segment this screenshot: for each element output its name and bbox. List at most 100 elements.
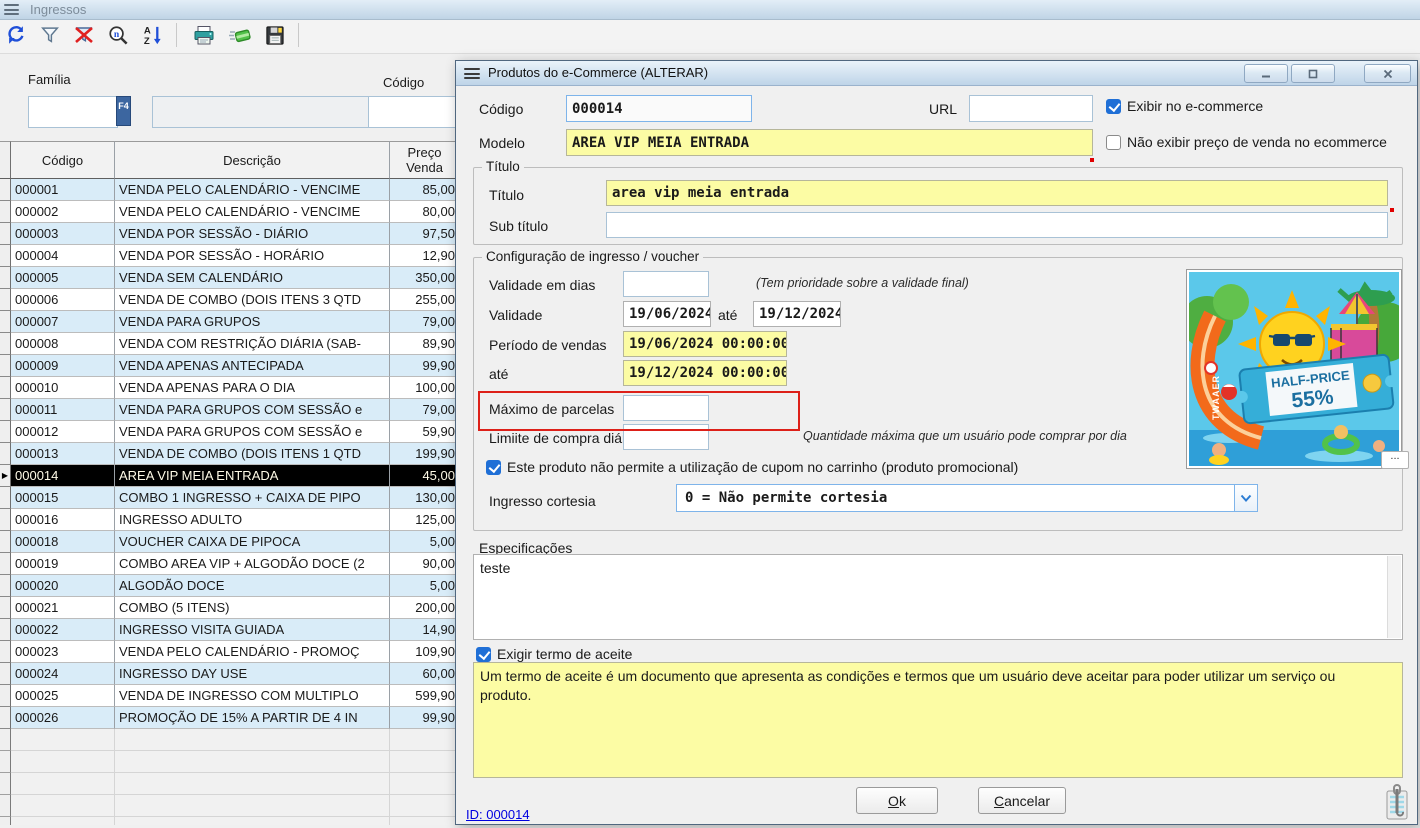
cell-descricao: COMBO (5 ITENS) [115,597,390,619]
table-row[interactable]: 000004VENDA POR SESSÃO - HORÁRIO12,90 [0,245,460,267]
print-button[interactable] [190,21,218,49]
dialog-menu-icon[interactable] [464,68,480,79]
cell-descricao: AREA VIP MEIA ENTRADA [115,465,390,487]
row-marker [0,201,11,223]
titulo-input[interactable]: area vip meia entrada [606,180,1388,206]
table-row[interactable]: 000019COMBO AREA VIP + ALGODÃO DOCE (290… [0,553,460,575]
periodo-vendas-fim-input[interactable]: 19/12/2024 00:00:00 [623,360,787,386]
printer-icon [192,23,216,47]
 [0,817,11,825]
svg-text:n: n [113,29,119,40]
table-row[interactable]: 000013VENDA DE COMBO (DOIS ITENS 1 QTD19… [0,443,460,465]
ok-button[interactable]: Ok [856,787,938,814]
table-row[interactable]: 000022INGRESSO VISITA GUIADA14,90 [0,619,460,641]
cell-codigo: 000006 [11,289,115,311]
sort-button[interactable]: A Z [138,21,166,49]
table-row[interactable]: 000015COMBO 1 INGRESSO + CAIXA DE PIPO13… [0,487,460,509]
table-row[interactable]: 000002VENDA PELO CALENDÁRIO - VENCIME80,… [0,201,460,223]
especificacoes-textarea[interactable]: teste [473,554,1403,640]
table-row[interactable]: 000018VOUCHER CAIXA DE PIPOCA5,00 [0,531,460,553]
codigo-filter-label: Código [383,75,424,90]
chevron-down-icon[interactable] [1234,485,1257,511]
table-row[interactable]: 000010VENDA APENAS PARA O DIA100,00 [0,377,460,399]
header-codigo[interactable]: Código [11,141,115,179]
row-marker [0,399,11,421]
search-button[interactable]: n [104,21,132,49]
cell-codigo: 000004 [11,245,115,267]
cancel-button[interactable]: Cancelar [978,787,1066,814]
table-row[interactable]: 000011VENDA PARA GRUPOS COM SESSÃO e79,0… [0,399,460,421]
save-button[interactable] [260,21,288,49]
modelo-input[interactable]: AREA VIP MEIA ENTRADA [566,129,1093,156]
row-marker [0,267,11,289]
max-parcelas-input[interactable] [623,395,709,421]
 [390,817,460,825]
table-row[interactable]: 000007VENDA PARA GRUPOS79,00 [0,311,460,333]
table-row[interactable]: 000023VENDA PELO CALENDÁRIO - PROMOÇ109,… [0,641,460,663]
exigir-termo-checkbox[interactable]: Exigir termo de aceite [476,646,632,662]
cell-descricao: VOUCHER CAIXA DE PIPOCA [115,531,390,553]
limite-compra-input[interactable] [623,424,709,450]
validade-fim-input[interactable]: 19/12/2024 [753,301,841,327]
products-table: Código Descrição Preço Venda 000001VENDA… [0,141,460,825]
quick-print-button[interactable] [226,21,254,49]
f4-lookup-button[interactable]: F4 [116,96,131,126]
cell-preco: 45,00 [390,465,460,487]
main-titlebar: Ingressos [0,0,1420,20]
table-row[interactable]: 000026PROMOÇÃO DE 15% A PARTIR DE 4 IN99… [0,707,460,729]
table-row-empty [0,729,460,751]
maximize-button[interactable] [1291,64,1335,83]
cell-preco: 89,90 [390,333,460,355]
termo-aceite-textarea[interactable]: Um termo de aceite é um documento que ap… [473,662,1403,778]
scrollbar[interactable] [1387,556,1401,638]
familia-input[interactable] [28,96,118,128]
exibir-ecommerce-checkbox[interactable]: Exibir no e-commerce [1106,98,1263,114]
search-icon: n [107,24,130,47]
row-marker [0,619,11,641]
header-descricao[interactable]: Descrição [115,141,390,179]
codigo-label: Código [479,101,523,117]
cell-codigo: 000007 [11,311,115,333]
table-row[interactable]: 000020ALGODÃO DOCE5,00 [0,575,460,597]
cell-descricao: PROMOÇÃO DE 15% A PARTIR DE 4 IN [115,707,390,729]
dialog-titlebar[interactable]: Produtos do e-Commerce (ALTERAR) [456,61,1417,86]
table-row[interactable]: 000016INGRESSO ADULTO125,00 [0,509,460,531]
cortesia-select[interactable]: 0 = Não permite cortesia [676,484,1258,512]
cell-codigo: 000022 [11,619,115,641]
table-row[interactable]: 000021COMBO (5 ITENS)200,00 [0,597,460,619]
header-preco-venda[interactable]: Preço Venda [390,141,460,179]
table-row[interactable]: 000025VENDA DE INGRESSO COM MULTIPLO599,… [0,685,460,707]
cupom-checkbox[interactable]: Este produto não permite a utilização de… [486,459,1018,475]
minimize-button[interactable] [1244,64,1288,83]
close-button[interactable] [1364,64,1411,83]
table-row[interactable]: ▶000014AREA VIP MEIA ENTRADA45,00 [0,465,460,487]
table-row[interactable]: 000024INGRESSO DAY USE60,00 [0,663,460,685]
table-row[interactable]: 000008VENDA COM RESTRIÇÃO DIÁRIA (SAB-89… [0,333,460,355]
produtos-ecommerce-dialog: Produtos do e-Commerce (ALTERAR) Código … [455,60,1418,825]
table-row[interactable]: 000003VENDA POR SESSÃO - DIÁRIO97,50 [0,223,460,245]
filter-button[interactable] [36,21,64,49]
row-marker [0,663,11,685]
validade-dias-input[interactable] [623,271,709,297]
product-image: HALF-PRICE 55% TWAAER [1189,272,1399,466]
table-row[interactable]: 000005VENDA SEM CALENDÁRIO350,00 [0,267,460,289]
menu-icon[interactable] [4,4,19,15]
table-row[interactable]: 000009VENDA APENAS ANTECIPADA99,90 [0,355,460,377]
cell-preco: 99,90 [390,355,460,377]
periodo-vendas-inicio-input[interactable]: 19/06/2024 00:00:00 [623,331,787,357]
nao-exibir-preco-checkbox[interactable]: Não exibir preço de venda no ecommerce [1106,134,1387,150]
id-link[interactable]: ID: 000014 [466,807,530,822]
table-row[interactable]: 000012VENDA PARA GRUPOS COM SESSÃO e59,9… [0,421,460,443]
url-input[interactable] [969,95,1093,122]
notes-icon[interactable] [1384,783,1410,828]
validade-inicio-input[interactable]: 19/06/2024 [623,301,711,327]
subtitulo-input[interactable] [606,212,1388,238]
table-row[interactable]: 000006VENDA DE COMBO (DOIS ITENS 3 QTD25… [0,289,460,311]
codigo-filter-input[interactable] [368,96,459,128]
refresh-button[interactable] [2,21,30,49]
table-row[interactable]: 000001VENDA PELO CALENDÁRIO - VENCIME85,… [0,179,460,201]
clear-filter-button[interactable] [70,21,98,49]
image-browse-button[interactable]: ... [1381,451,1409,469]
 [0,795,11,817]
 [11,817,115,825]
